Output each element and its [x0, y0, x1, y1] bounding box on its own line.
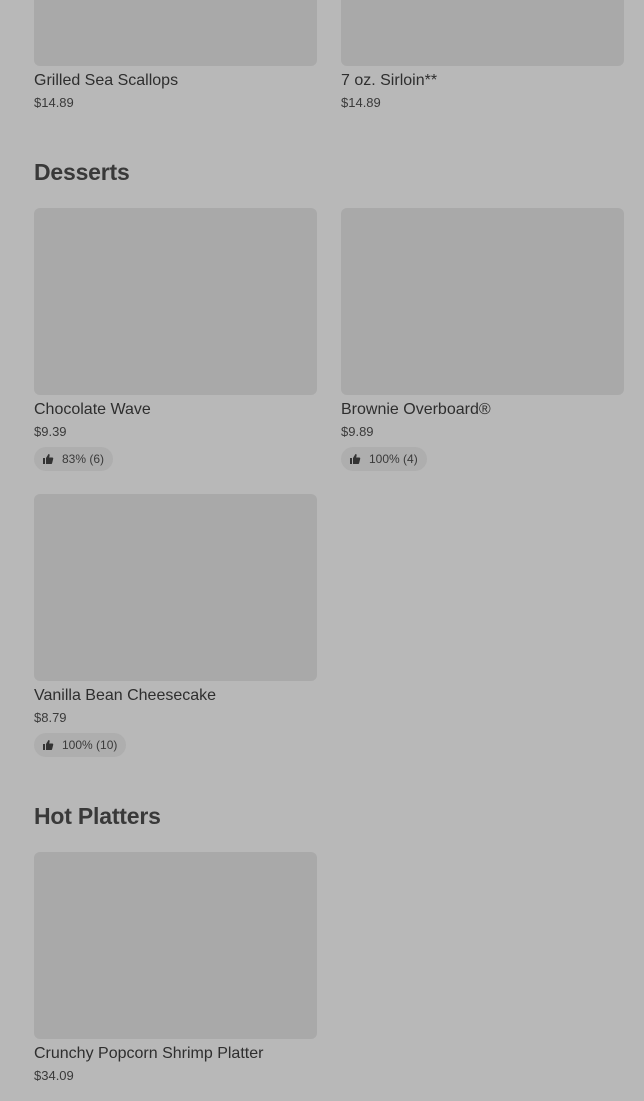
menu-item-price: $14.89	[341, 95, 381, 110]
rating-badge: 83% (6)	[34, 447, 114, 471]
section-title-hot-platters: Hot Platters	[34, 803, 161, 829]
thumbs-up-icon	[349, 453, 361, 465]
rating-text: 100% (10)	[62, 738, 118, 752]
menu-item-price: $34.09	[34, 1068, 74, 1083]
menu-item-card[interactable]: Crunchy Popcorn Shrimp Platter $34.09	[34, 852, 317, 1086]
menu-item-name: 7 oz. Sirloin**	[341, 72, 438, 89]
menu-item-name: Chocolate Wave	[34, 401, 151, 418]
rating-badge: 100% (4)	[341, 447, 427, 471]
menu-item-name: Brownie Overboard®	[341, 401, 491, 418]
menu-item-image	[34, 852, 317, 1039]
thumbs-up-icon	[42, 453, 54, 465]
menu-item-name: Crunchy Popcorn Shrimp Platter	[34, 1045, 264, 1062]
menu-item-name: Vanilla Bean Cheesecake	[34, 687, 217, 704]
menu-item-card[interactable]: 7 oz. Sirloin** $14.89	[341, 0, 624, 113]
rating-badge: 100% (10)	[34, 733, 127, 757]
menu-item-price: $8.79	[34, 710, 67, 725]
menu-item-name: Grilled Sea Scallops	[34, 72, 179, 89]
menu-page: Grilled Sea Scallops $14.89 7 oz. Sirloi…	[0, 0, 644, 1101]
rating-text: 100% (4)	[369, 452, 418, 466]
menu-item-image	[341, 0, 624, 66]
menu-item-price: $9.89	[341, 424, 374, 439]
menu-item-image	[34, 494, 317, 681]
menu-item-card[interactable]: Grilled Sea Scallops $14.89	[34, 0, 317, 113]
menu-item-image	[34, 0, 317, 66]
menu-item-card[interactable]: Brownie Overboard® $9.89 100% (4)	[341, 208, 624, 471]
menu-item-image	[341, 208, 624, 395]
menu-item-card[interactable]: Chocolate Wave $9.39 83% (6)	[34, 208, 317, 471]
rating-text: 83% (6)	[62, 452, 105, 466]
menu-item-price: $14.89	[34, 95, 74, 110]
menu-item-image	[34, 208, 317, 395]
menu-item-card[interactable]: Vanilla Bean Cheesecake $8.79 100% (10)	[34, 494, 317, 757]
thumbs-up-icon	[42, 739, 54, 751]
section-title-desserts: Desserts	[34, 159, 130, 185]
menu-item-price: $9.39	[34, 424, 67, 439]
